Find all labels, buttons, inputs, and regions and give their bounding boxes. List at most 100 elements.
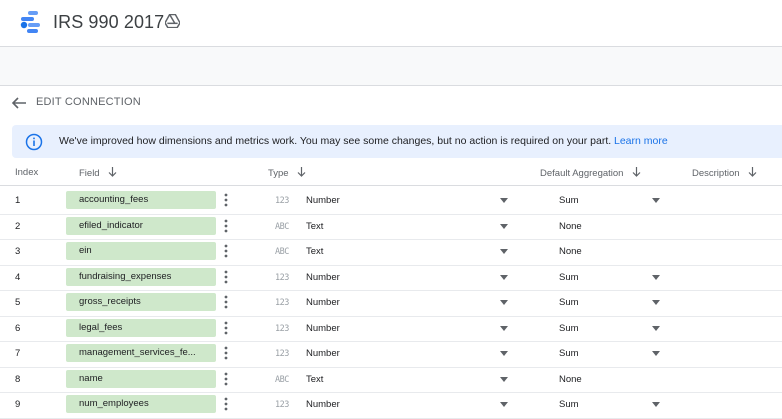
field-chip[interactable]: fundraising_expenses: [66, 267, 216, 286]
number-type-icon: 123: [275, 349, 289, 359]
number-type-icon: 123: [275, 400, 289, 410]
dropdown-caret-icon[interactable]: [500, 376, 508, 382]
edit-connection-link[interactable]: EDIT CONNECTION: [36, 96, 141, 108]
more-vert-icon[interactable]: [222, 372, 230, 386]
type-select[interactable]: Text: [306, 221, 323, 232]
dropdown-caret-icon[interactable]: [652, 402, 660, 407]
type-select[interactable]: Number: [306, 195, 340, 206]
field-chip[interactable]: legal_fees: [66, 318, 216, 337]
back-arrow-icon[interactable]: [11, 95, 27, 111]
row-index: 7: [15, 348, 21, 359]
dropdown-caret-icon[interactable]: [500, 198, 508, 203]
aggregation-select[interactable]: Sum: [559, 399, 579, 410]
aggregation-value: None: [559, 373, 582, 385]
aggregation-select[interactable]: Sum: [559, 297, 579, 308]
type-select[interactable]: Number: [306, 272, 340, 283]
field-chip[interactable]: ein: [66, 242, 216, 260]
type-select[interactable]: Number: [306, 323, 340, 334]
field-chip[interactable]: num_employees: [66, 395, 216, 413]
table-row: 7 management_services_fe... 123 Number S…: [0, 341, 782, 368]
aggregation-select[interactable]: Sum: [559, 348, 579, 359]
dropdown-caret-icon[interactable]: [500, 351, 508, 356]
field-name: management_services_fe...: [79, 347, 196, 358]
more-vert-icon[interactable]: [222, 397, 230, 411]
number-type-icon: 123: [275, 272, 289, 283]
text-type-icon: ABC: [275, 374, 289, 385]
more-vert-icon[interactable]: [222, 193, 230, 207]
aggregation-select[interactable]: Sum: [559, 195, 579, 206]
dropdown-caret-icon[interactable]: [500, 223, 508, 229]
banner-message: We've improved how dimensions and metric…: [59, 135, 612, 147]
table-row: 3 ein ABC Text None: [0, 239, 782, 266]
dropdown-caret-icon[interactable]: [500, 325, 508, 331]
aggregation-select[interactable]: Sum: [559, 272, 579, 283]
dropdown-caret-icon[interactable]: [500, 274, 508, 280]
column-header-aggregation[interactable]: Default Aggregation: [540, 167, 641, 179]
table-row: 8 name ABC Text None: [0, 367, 782, 393]
column-header-type-label: Type: [268, 168, 289, 179]
column-header-description[interactable]: Description: [692, 167, 757, 179]
more-vert-icon[interactable]: [222, 321, 230, 335]
field-name: name: [79, 372, 103, 384]
row-index: 6: [15, 322, 21, 334]
aggregation-value: None: [559, 220, 582, 232]
row-index: 9: [15, 399, 21, 410]
type-select[interactable]: Number: [306, 297, 340, 308]
table-row: 9 num_employees 123 Number Sum: [0, 392, 782, 419]
column-header-type[interactable]: Type: [268, 167, 306, 179]
field-chip[interactable]: accounting_fees: [66, 191, 216, 209]
field-name: efiled_indicator: [79, 219, 143, 231]
row-index: 4: [15, 271, 21, 283]
dropdown-caret-icon[interactable]: [500, 300, 508, 305]
type-select[interactable]: Text: [306, 374, 323, 385]
field-chip[interactable]: gross_receipts: [66, 293, 216, 311]
column-header-description-label: Description: [692, 168, 740, 179]
type-select[interactable]: Text: [306, 246, 323, 257]
more-vert-icon[interactable]: [222, 270, 230, 284]
more-vert-icon[interactable]: [222, 219, 230, 233]
dropdown-caret-icon[interactable]: [652, 300, 660, 305]
dropdown-caret-icon[interactable]: [500, 402, 508, 407]
aggregation-value: None: [559, 246, 582, 257]
dropdown-caret-icon[interactable]: [652, 325, 660, 331]
field-name: accounting_fees: [79, 194, 149, 205]
sort-arrow-icon[interactable]: [108, 167, 117, 177]
sort-arrow-icon[interactable]: [748, 167, 757, 177]
row-index: 3: [15, 246, 21, 257]
text-type-icon: ABC: [275, 247, 289, 257]
data-studio-logo-icon[interactable]: [18, 11, 42, 33]
type-select[interactable]: Number: [306, 348, 340, 359]
text-type-icon: ABC: [275, 221, 289, 232]
sort-arrow-icon[interactable]: [632, 167, 641, 177]
dropdown-caret-icon[interactable]: [500, 249, 508, 254]
column-header-aggregation-label: Default Aggregation: [540, 168, 624, 179]
number-type-icon: 123: [275, 196, 289, 206]
table-row: 2 efiled_indicator ABC Text None: [0, 214, 782, 240]
field-name: gross_receipts: [79, 296, 141, 307]
number-type-icon: 123: [275, 298, 289, 308]
field-chip[interactable]: management_services_fe...: [66, 344, 216, 362]
learn-more-link[interactable]: Learn more: [614, 135, 668, 147]
dropdown-caret-icon[interactable]: [652, 198, 660, 203]
more-vert-icon[interactable]: [222, 346, 230, 360]
dropdown-caret-icon[interactable]: [652, 274, 660, 280]
more-vert-icon[interactable]: [222, 244, 230, 258]
row-index: 1: [15, 195, 21, 206]
more-vert-icon[interactable]: [222, 295, 230, 309]
table-row: 6 legal_fees 123 Number Sum: [0, 316, 782, 342]
toolbar: [0, 47, 782, 86]
table-row: 1 accounting_fees 123 Number Sum: [0, 188, 782, 215]
sort-arrow-icon[interactable]: [297, 167, 306, 177]
field-chip[interactable]: efiled_indicator: [66, 216, 216, 235]
column-header-field[interactable]: Field: [79, 167, 117, 179]
type-select[interactable]: Number: [306, 399, 340, 410]
dropdown-caret-icon[interactable]: [652, 351, 660, 356]
report-title[interactable]: IRS 990 2017: [53, 12, 164, 33]
google-drive-icon[interactable]: [165, 14, 180, 28]
row-index: 8: [15, 373, 21, 385]
column-header-index-label: Index: [15, 167, 39, 178]
field-chip[interactable]: name: [66, 369, 216, 388]
column-header-index: Index: [15, 167, 38, 178]
row-index: 2: [15, 220, 21, 232]
aggregation-select[interactable]: Sum: [559, 323, 579, 334]
